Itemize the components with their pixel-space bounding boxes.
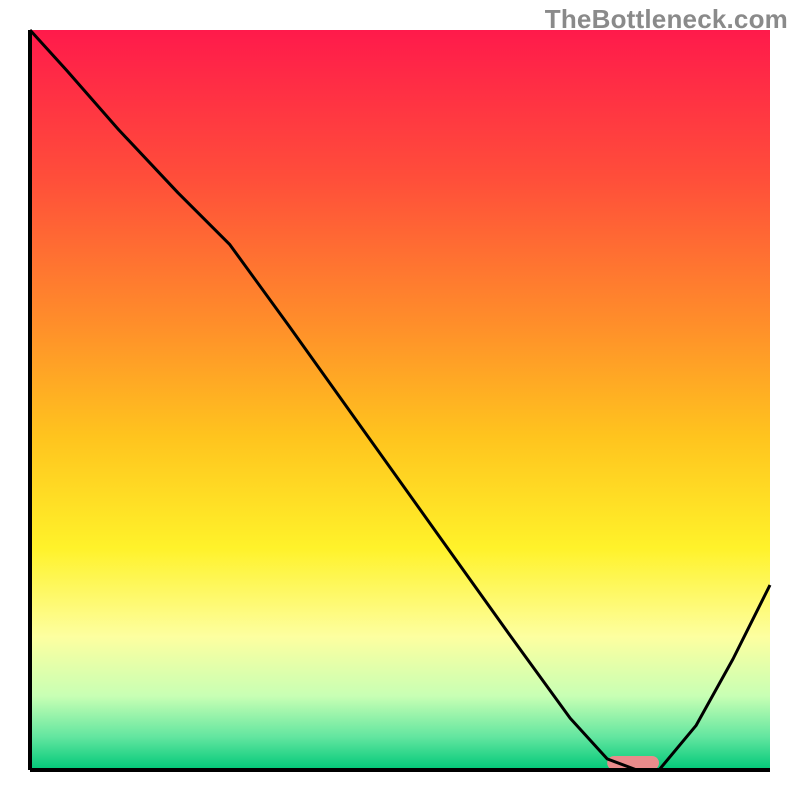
bottleneck-chart: TheBottleneck.com (0, 0, 800, 800)
chart-canvas (0, 0, 800, 800)
plot-background (30, 30, 770, 770)
watermark-label: TheBottleneck.com (545, 4, 788, 35)
